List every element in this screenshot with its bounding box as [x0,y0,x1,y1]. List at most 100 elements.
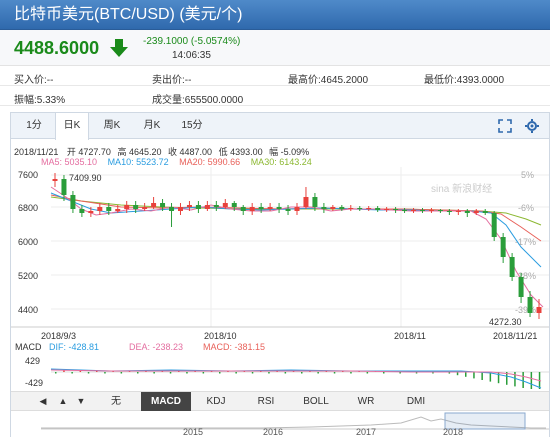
indicator-wr[interactable]: WR [341,392,391,411]
candle-body [500,237,506,257]
macd-bar [55,372,57,374]
tab-15min[interactable]: 15分 [175,113,209,139]
settings-icon[interactable] [525,119,539,133]
amplitude: 振幅:5.33% [14,95,66,106]
macd-bar [63,370,65,372]
fullscreen-icon[interactable] [498,119,512,133]
candle-body [222,203,228,207]
candle-body [491,213,497,237]
candle-body [527,297,533,313]
macd-bar [284,372,287,374]
ohlc-high: 高 4645.20 [117,147,162,157]
candle-body [464,211,470,213]
macd-bar [473,372,475,379]
ma20-line [50,194,542,242]
macd-bar [497,372,500,384]
candle-body [294,207,300,211]
ohlc-low: 低 4393.00 [218,147,263,157]
candle-body [419,210,425,211]
candle-body [276,207,282,209]
kline-chart: 7600 6800 6000 5200 4400 5% -6% -17% -28… [11,167,549,389]
macd-bar [202,372,205,374]
x-tick-label: 2018/11 [394,331,426,341]
macd-value: MACD: -381.15 [203,342,265,352]
macd-dif: DIF: -428.81 [49,342,99,352]
indicator-none[interactable]: 无 [91,392,141,411]
tab-monthly[interactable]: 月K [135,113,169,139]
macd-bar [268,372,270,374]
watermark: sina 新浪财经 [431,182,492,195]
candle-body [133,205,139,209]
timeline-year: 2018 [443,427,463,437]
candle-body [473,211,479,213]
window-title: 比特币美元(BTC/USD) (美元/个) [0,0,550,30]
candle-body [393,209,399,210]
x-tick-label: 2018/11/21 [493,331,537,341]
candle-body [124,205,130,209]
candle-body [437,210,443,211]
buy-price: 买入价:-- [14,75,54,86]
candle-body [88,211,94,213]
macd-dea: DEA: -238.23 [129,342,183,352]
candle-body [106,207,112,211]
ma-legend: MA5: 5035.10 MA10: 5523.72 MA20: 5990.66… [41,157,312,167]
tab-1min[interactable]: 1分 [17,113,51,139]
candle-body [509,257,515,277]
macd-bar [481,372,483,380]
macd-bar [251,372,254,374]
macd-bar [383,372,385,374]
pct-tick-label: -28% [515,271,536,281]
x-tick-label: 2018/9/3 [41,331,76,341]
indicator-dmi[interactable]: DMI [391,392,441,411]
tab-daily[interactable]: 日K [55,113,89,140]
candle-body [375,208,381,210]
candle-body [169,207,175,211]
y-tick-label: 6000 [18,237,38,247]
tab-weekly[interactable]: 周K [95,113,129,139]
pct-tick-label: -6% [518,203,534,213]
indicator-rsi[interactable]: RSI [241,392,291,411]
nav-left-button[interactable]: ◀ [35,392,51,411]
ma5-label: MA5: 5035.10 [41,157,98,167]
nav-down-button[interactable]: ▼ [73,392,89,411]
candle-body [151,203,157,207]
indicator-tabs: ◀ ▲ ▼ 无 MACD KDJ RSI BOLL WR DMI [11,391,549,411]
min-price-label: 4272.30 [489,317,522,327]
candle-body [213,205,219,207]
candle-body [267,207,273,209]
pct-tick-label: -39% [515,305,536,315]
candle-body [411,210,417,211]
candle-body [303,197,309,207]
timeline-navigator[interactable]: 2015 2016 2017 2018 [11,411,549,437]
candle-body [258,207,264,209]
candle-body [204,205,210,209]
candle-body [70,195,76,209]
candle-body [231,203,237,207]
down-arrow-icon [110,39,128,57]
candle-body [366,208,372,209]
macd-bars [55,370,541,389]
candle-body [115,209,121,211]
candle-body [428,210,434,211]
ohlc-amp: 幅 -5.09% [269,147,310,157]
indicator-macd[interactable]: MACD [141,392,191,411]
candle-body [249,207,255,211]
macd-bar [153,372,155,374]
low-price: 最低价:4393.0000 [424,75,505,86]
ohlc-open: 开 4727.70 [66,147,111,157]
candle-body [482,211,488,213]
candle-body [52,179,58,181]
candle-body [384,209,390,210]
macd-bar [104,372,106,374]
indicator-kdj[interactable]: KDJ [191,392,241,411]
indicator-boll[interactable]: BOLL [291,392,341,411]
y-tick-label: 5200 [18,271,38,281]
sell-price: 卖出价:-- [152,75,192,86]
candle-body [177,207,183,211]
last-price: 4488.6000 [14,38,100,58]
nav-up-button[interactable]: ▲ [55,392,71,411]
macd-bar [219,372,221,374]
candle-body [348,208,354,209]
candle-body [285,209,291,211]
macd-bar [317,372,319,374]
